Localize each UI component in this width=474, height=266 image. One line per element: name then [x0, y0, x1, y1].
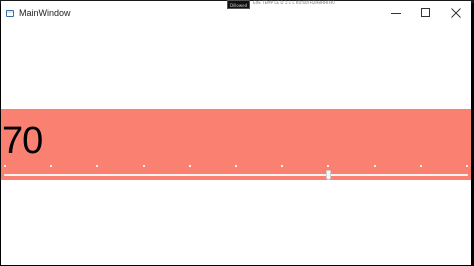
slider-tick: [327, 165, 330, 167]
window-app-icon[interactable]: [6, 9, 14, 17]
minimize-icon: [391, 13, 401, 14]
caption-buttons: [381, 3, 471, 23]
slider-panel: 70: [1, 109, 471, 180]
close-button[interactable]: [441, 3, 471, 23]
slider-tick: [373, 165, 376, 167]
debug-badge[interactable]: Dillowed: [227, 0, 251, 9]
slider-tick: [142, 165, 145, 167]
slider-tick: [466, 165, 468, 167]
slider-thumb[interactable]: [326, 170, 332, 180]
slider-tick: [4, 165, 6, 167]
window-title: MainWindow: [19, 8, 71, 18]
slider-tick: [50, 165, 53, 167]
slider-tick: [235, 165, 237, 167]
close-icon: [451, 8, 461, 18]
slider-track[interactable]: [4, 174, 468, 176]
maximize-button[interactable]: [411, 3, 441, 23]
debug-overlay: Dillowed EXE TEMP LE D 1:1 L K0:60FH2H8H…: [227, 0, 335, 9]
slider-tick: [96, 165, 99, 167]
minimize-button[interactable]: [381, 3, 411, 23]
slider-value-text: 70: [2, 120, 43, 162]
slider-tick: [188, 165, 191, 167]
maximize-icon: [421, 8, 430, 17]
debug-trail-text: EXE TEMP LE D 1:1 L K0:60FH2H8HHFH0: [253, 0, 335, 5]
slider-tick: [419, 165, 422, 167]
main-window: MainWindow 70: [1, 1, 471, 265]
slider-tick: [281, 165, 284, 167]
